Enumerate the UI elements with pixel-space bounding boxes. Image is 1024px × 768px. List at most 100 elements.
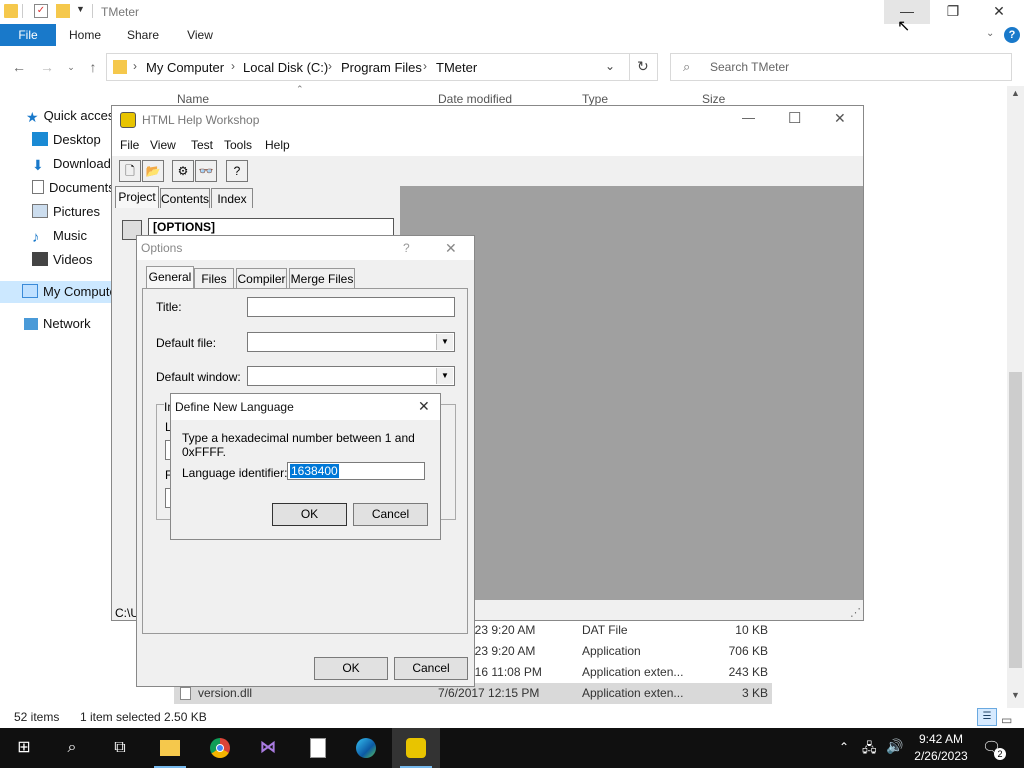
help-icon[interactable]: ?: [1004, 27, 1020, 43]
chrome-icon[interactable]: [196, 728, 244, 768]
clock-time[interactable]: 9:42 AM: [914, 732, 968, 746]
tab-project[interactable]: Project: [115, 186, 159, 208]
scroll-up-icon[interactable]: ▲: [1011, 88, 1020, 98]
menu-view[interactable]: View: [150, 138, 176, 152]
network-icon[interactable]: 🖧: [862, 739, 877, 761]
context-help-button[interactable]: ?: [403, 241, 410, 255]
breadcrumb-program-files[interactable]: Program Files: [341, 60, 422, 75]
chevron-down-icon[interactable]: ⌄: [605, 59, 615, 73]
compile-icon[interactable]: ⚙: [172, 160, 194, 182]
menu-test[interactable]: Test: [191, 138, 213, 152]
volume-icon[interactable]: 🔊: [886, 738, 903, 755]
sort-up-icon: ⌃: [296, 84, 304, 94]
column-header-size[interactable]: Size: [702, 92, 725, 106]
column-header-name[interactable]: Name: [177, 92, 209, 106]
open-folder-icon[interactable]: 📂: [142, 160, 164, 182]
search-icon[interactable]: ⌕: [48, 728, 96, 768]
project-header: [OPTIONS]: [153, 220, 215, 234]
notepad-icon[interactable]: [294, 728, 342, 768]
chevron-down-icon[interactable]: ▼: [436, 334, 453, 350]
column-header-type[interactable]: Type: [582, 92, 608, 106]
nav-item-desktop[interactable]: Desktop: [32, 129, 101, 151]
default-file-combo[interactable]: ▼: [247, 332, 455, 352]
help-icon[interactable]: ?: [226, 160, 248, 182]
search-box[interactable]: ⌕ Search TMeter: [670, 53, 1012, 81]
scroll-down-icon[interactable]: ▼: [1011, 690, 1020, 700]
vertical-scrollbar[interactable]: ▲ ▼: [1007, 86, 1024, 708]
column-header-date[interactable]: Date modified: [438, 92, 512, 106]
ribbon-tab-file[interactable]: File: [0, 24, 56, 46]
breadcrumb-my-computer[interactable]: My Computer: [146, 60, 224, 75]
resize-grip-icon[interactable]: ⋰: [850, 606, 861, 619]
language-identifier-input[interactable]: 1638400: [287, 462, 425, 480]
nav-item-documents[interactable]: Documents: [32, 177, 115, 199]
visual-studio-icon[interactable]: ⋈: [244, 728, 292, 768]
nav-item-pictures[interactable]: Pictures: [32, 201, 100, 223]
address-bar[interactable]: › My Computer › Local Disk (C:) › Progra…: [106, 53, 658, 81]
ribbon-tab-view[interactable]: View: [178, 24, 222, 46]
new-folder-icon[interactable]: [56, 4, 70, 18]
close-button[interactable]: ✕: [418, 398, 430, 415]
menu-help[interactable]: Help: [265, 138, 290, 152]
maximize-button[interactable]: ☐: [788, 109, 801, 127]
hhw-titlebar[interactable]: HTML Help Workshop — ☐ ✕: [112, 106, 863, 134]
dnl-titlebar[interactable]: Define New Language ✕: [171, 394, 440, 420]
new-file-icon[interactable]: 🗋: [119, 160, 141, 182]
chevron-down-icon[interactable]: ⌄: [986, 28, 994, 39]
back-arrow-icon[interactable]: ←: [10, 58, 28, 76]
item-count: 52 items: [14, 710, 60, 724]
ok-button[interactable]: OK: [314, 657, 388, 680]
chevron-down-icon[interactable]: ▼: [76, 4, 85, 14]
tab-contents[interactable]: Contents: [160, 188, 210, 208]
close-button[interactable]: ✕: [834, 110, 846, 127]
file-explorer-taskbar-icon[interactable]: [146, 728, 194, 768]
close-button[interactable]: ✕: [976, 0, 1022, 24]
tab-general[interactable]: General: [146, 266, 194, 288]
menu-tools[interactable]: Tools: [224, 138, 252, 152]
scroll-thumb[interactable]: [1009, 372, 1022, 668]
chevron-down-icon[interactable]: ▼: [436, 368, 453, 384]
tab-merge-files[interactable]: Merge Files: [289, 268, 355, 288]
menu-file[interactable]: File: [120, 138, 139, 152]
ok-button[interactable]: OK: [272, 503, 347, 526]
tab-compiler[interactable]: Compiler: [236, 268, 287, 288]
recent-locations-icon[interactable]: ⌄: [62, 58, 80, 76]
cancel-button[interactable]: Cancel: [394, 657, 468, 680]
ribbon-tab-home[interactable]: Home: [62, 24, 108, 46]
nav-item-quick-access[interactable]: ★ Quick access: [26, 105, 121, 127]
restore-button[interactable]: ❐: [930, 0, 976, 24]
show-hidden-icons-icon[interactable]: ⌃: [839, 740, 849, 754]
nav-item-my-computer[interactable]: My Computer: [0, 281, 121, 303]
project-listbox[interactable]: [OPTIONS]: [148, 218, 394, 236]
title-input[interactable]: [247, 297, 455, 317]
cancel-button[interactable]: Cancel: [353, 503, 428, 526]
start-windows-icon[interactable]: ⊞: [0, 728, 48, 768]
forward-arrow-icon[interactable]: →: [38, 58, 56, 76]
nav-item-music[interactable]: ♪ Music: [32, 225, 87, 247]
tab-files[interactable]: Files: [194, 268, 234, 288]
file-size: 706 KB: [728, 644, 768, 658]
minimize-button[interactable]: —: [742, 110, 755, 125]
breadcrumb-separator-icon: ›: [231, 59, 235, 73]
explorer-titlebar[interactable]: ✓ ▼ TMeter — ❐ ✕: [0, 0, 1024, 24]
nav-item-network[interactable]: Network: [24, 313, 91, 335]
dnl-title: Define New Language: [175, 400, 294, 414]
html-help-workshop-taskbar-icon[interactable]: [392, 728, 440, 768]
default-window-combo[interactable]: ▼: [247, 366, 455, 386]
nav-item-videos[interactable]: Videos: [32, 249, 93, 271]
details-view-icon[interactable]: ☰: [977, 708, 997, 726]
breadcrumb-tmeter[interactable]: TMeter: [436, 60, 477, 75]
breadcrumb-local-disk[interactable]: Local Disk (C:): [243, 60, 328, 75]
options-titlebar[interactable]: Options ? ✕: [137, 236, 474, 260]
refresh-icon[interactable]: ↻: [637, 58, 649, 75]
nav-item-downloads[interactable]: ⬇ Downloads: [32, 153, 117, 175]
properties-icon[interactable]: ✓: [34, 4, 48, 18]
ribbon-tab-share[interactable]: Share: [120, 24, 166, 46]
tab-index[interactable]: Index: [211, 188, 253, 208]
task-view-icon[interactable]: ⧉: [96, 728, 144, 768]
clock-date[interactable]: 2/26/2023: [911, 749, 971, 763]
edge-icon[interactable]: [342, 728, 390, 768]
view-compiled-icon[interactable]: 👓: [195, 160, 217, 182]
up-arrow-icon[interactable]: ↑: [84, 58, 102, 76]
close-button[interactable]: ✕: [445, 240, 457, 257]
